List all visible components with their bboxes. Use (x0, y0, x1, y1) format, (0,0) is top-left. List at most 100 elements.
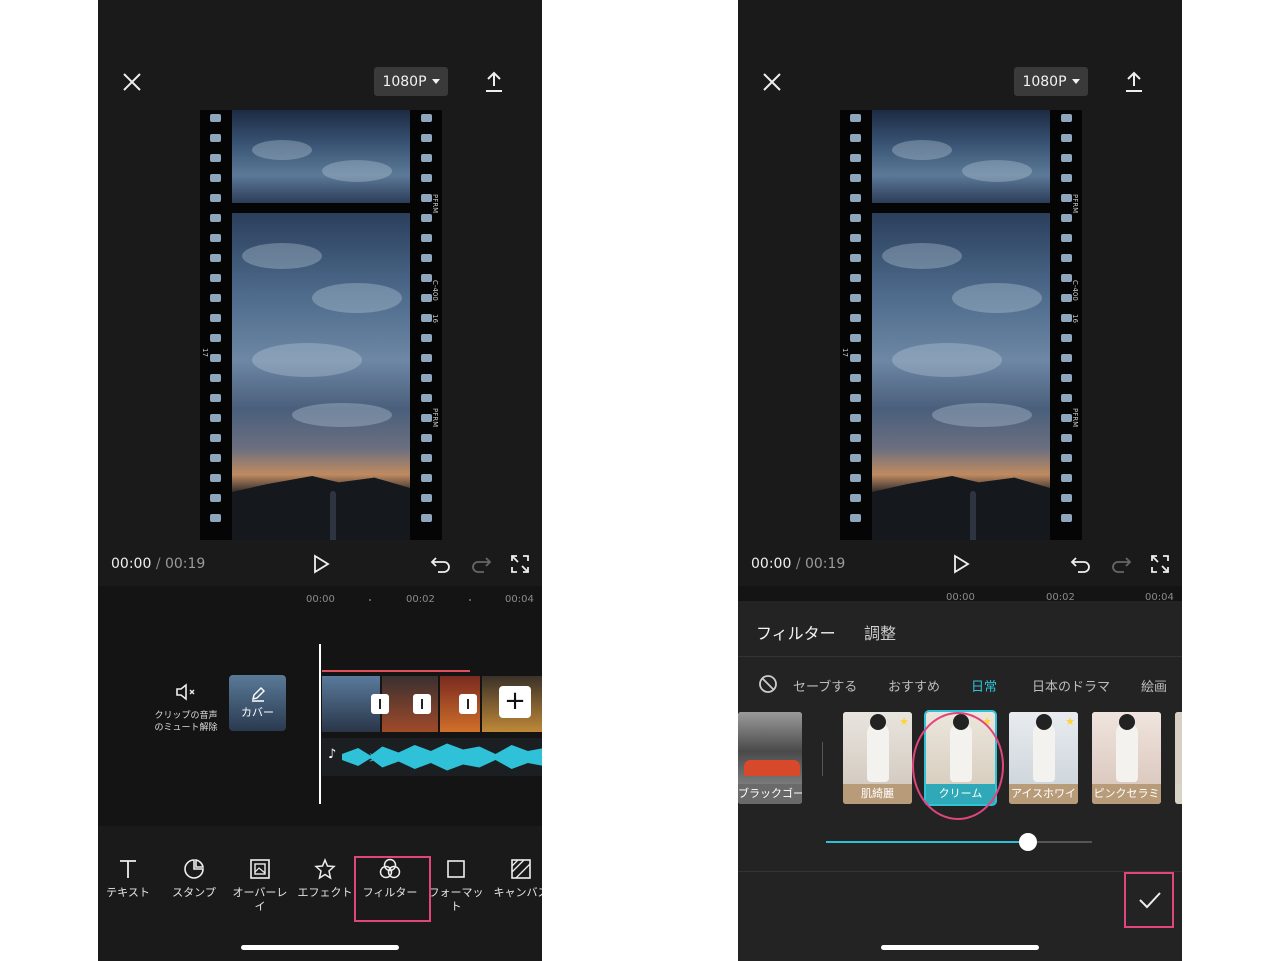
filter-divider (822, 742, 823, 776)
cover-button[interactable]: カバー (229, 675, 286, 731)
tab-adjust[interactable]: 調整 (864, 620, 896, 644)
audio-track[interactable]: ♪ サウンドコレクション (322, 738, 542, 776)
redo-icon[interactable] (470, 554, 492, 574)
mute-clip-audio-button[interactable]: クリップの音声のミュート解除 (153, 682, 219, 734)
home-indicator (881, 945, 1039, 950)
undo-icon[interactable] (430, 554, 452, 574)
filter-panel: フィルター 調整 セーブする おすすめ 日常 日本のドラマ 絵画 ブラックゴー (738, 601, 1182, 961)
category-japanese-drama[interactable]: 日本のドラマ (1032, 676, 1110, 695)
film-frame-top (872, 110, 1050, 203)
premium-star-icon: ★ (899, 715, 909, 728)
category-painting[interactable]: 絵画 (1141, 676, 1167, 695)
effect-icon (314, 858, 336, 880)
no-filter-icon[interactable] (758, 674, 778, 694)
panel-divider (738, 871, 1182, 872)
clip-selection-line (322, 670, 470, 672)
film-frame-top (232, 110, 410, 203)
category-recommended[interactable]: おすすめ (888, 676, 940, 695)
time-current: 00:00 (111, 556, 152, 572)
slider-knob[interactable] (1019, 833, 1037, 851)
transition-marker[interactable] (413, 694, 431, 714)
film-strip-right: PFRM C-400 16 PFRM (1051, 110, 1081, 540)
mute-clip-label: クリップの音声のミュート解除 (154, 711, 218, 733)
selected-filter-circle-annotation (912, 712, 1004, 820)
filter-item[interactable]: ピンクセラミ (1092, 712, 1161, 804)
caret-down-icon (431, 79, 440, 84)
tool-label: スタンプ (172, 886, 216, 899)
ruler-mark: 00:02 (406, 594, 435, 605)
filter-label: ピンクセラミ (1092, 784, 1161, 804)
editor-screen-right: 1080P 17 PFRM C-400 16 PFRM 00:00 / 00:1… (738, 0, 1182, 961)
film-number: 17 (201, 348, 209, 357)
pencil-icon (251, 687, 265, 702)
caret-down-icon (1071, 79, 1080, 84)
transition-marker[interactable] (371, 694, 389, 714)
undo-icon[interactable] (1070, 554, 1092, 574)
category-saved[interactable]: セーブする (793, 676, 857, 695)
timecode: 00:00 / 00:19 (751, 556, 845, 572)
film-frame-main (872, 213, 1050, 540)
tool-label: テキスト (106, 886, 150, 899)
time-current: 00:00 (751, 556, 792, 572)
tool-label: エフェクト (297, 886, 353, 899)
export-icon[interactable] (482, 70, 506, 94)
film-iso: C-400 (431, 280, 439, 301)
bottom-toolbar: テキスト スタンプ オーバーレイ エフェクト フィルター フォーマット キャンバ… (98, 858, 542, 928)
add-clip-button[interactable]: + (499, 686, 531, 718)
timecode: 00:00 / 00:19 (111, 556, 205, 572)
film-strip-left: 17 (840, 110, 870, 540)
export-icon[interactable] (1122, 70, 1146, 94)
intensity-slider[interactable] (826, 833, 1092, 851)
ruler-mark: 00:04 (505, 594, 534, 605)
playhead[interactable] (319, 644, 321, 804)
filter-tool-highlight (354, 856, 431, 922)
play-icon[interactable] (310, 553, 332, 575)
cover-label: カバー (241, 706, 274, 719)
filter-item-partial[interactable] (1175, 712, 1182, 804)
slider-fill (826, 841, 1028, 843)
overlay-icon (250, 859, 270, 879)
tool-sticker[interactable]: スタンプ (162, 858, 226, 900)
editor-screen-left: 1080P 17 PFRM C-400 16 PFRM 00:00 / 00:1… (98, 0, 542, 961)
film-strip-left: 17 (200, 110, 230, 540)
tool-label: フォーマット (428, 886, 484, 913)
tool-label: キャンバス (493, 886, 543, 899)
filter-item[interactable]: ★ アイスホワイ (1009, 712, 1078, 804)
transition-marker[interactable] (459, 694, 477, 714)
close-icon[interactable] (760, 70, 784, 94)
speaker-muted-icon (176, 683, 195, 701)
timeline[interactable]: 00:00 00:02 00:04 クリップの音声のミュート解除 カバー + ♪… (98, 586, 542, 826)
audio-track-label: サウンドコレクション (346, 751, 456, 764)
category-daily[interactable]: 日常 (971, 676, 997, 695)
tool-overlay[interactable]: オーバーレイ (228, 858, 292, 914)
time-total: 00:19 (164, 556, 206, 572)
film-number: 16 (1071, 314, 1079, 323)
tool-format[interactable]: フォーマット (424, 858, 488, 914)
resolution-button[interactable]: 1080P (1014, 67, 1088, 96)
film-brand: PFRM (1071, 194, 1079, 214)
resolution-button[interactable]: 1080P (374, 67, 448, 96)
filter-list: ブラックゴー ★ 肌綺麗 ★ クリーム ★ アイスホワイ ピンクセラミ (738, 710, 1182, 820)
filter-item[interactable]: ブラックゴー (738, 712, 802, 804)
redo-icon[interactable] (1110, 554, 1132, 574)
filter-label: 肌綺麗 (843, 784, 912, 804)
film-brand: PFRM (1071, 408, 1079, 428)
tool-canvas[interactable]: キャンバス (489, 858, 542, 900)
tab-filter[interactable]: フィルター (756, 620, 836, 644)
video-preview[interactable]: 17 PFRM C-400 16 PFRM (840, 110, 1082, 540)
tool-text[interactable]: テキスト (98, 858, 160, 900)
text-icon (120, 860, 136, 878)
fullscreen-icon[interactable] (510, 554, 530, 574)
close-icon[interactable] (120, 70, 144, 94)
filter-item[interactable]: ★ 肌綺麗 (843, 712, 912, 804)
tool-effect[interactable]: エフェクト (293, 858, 357, 900)
time-total: 00:19 (804, 556, 846, 572)
film-brand: PFRM (431, 408, 439, 428)
filter-label: アイスホワイ (1009, 784, 1078, 804)
play-icon[interactable] (950, 553, 972, 575)
time-separator: / (795, 556, 801, 572)
fullscreen-icon[interactable] (1150, 554, 1170, 574)
video-preview[interactable]: 17 PFRM C-400 16 PFRM (200, 110, 442, 540)
film-number: 17 (841, 348, 849, 357)
panel-tabs: フィルター 調整 (738, 601, 1182, 657)
